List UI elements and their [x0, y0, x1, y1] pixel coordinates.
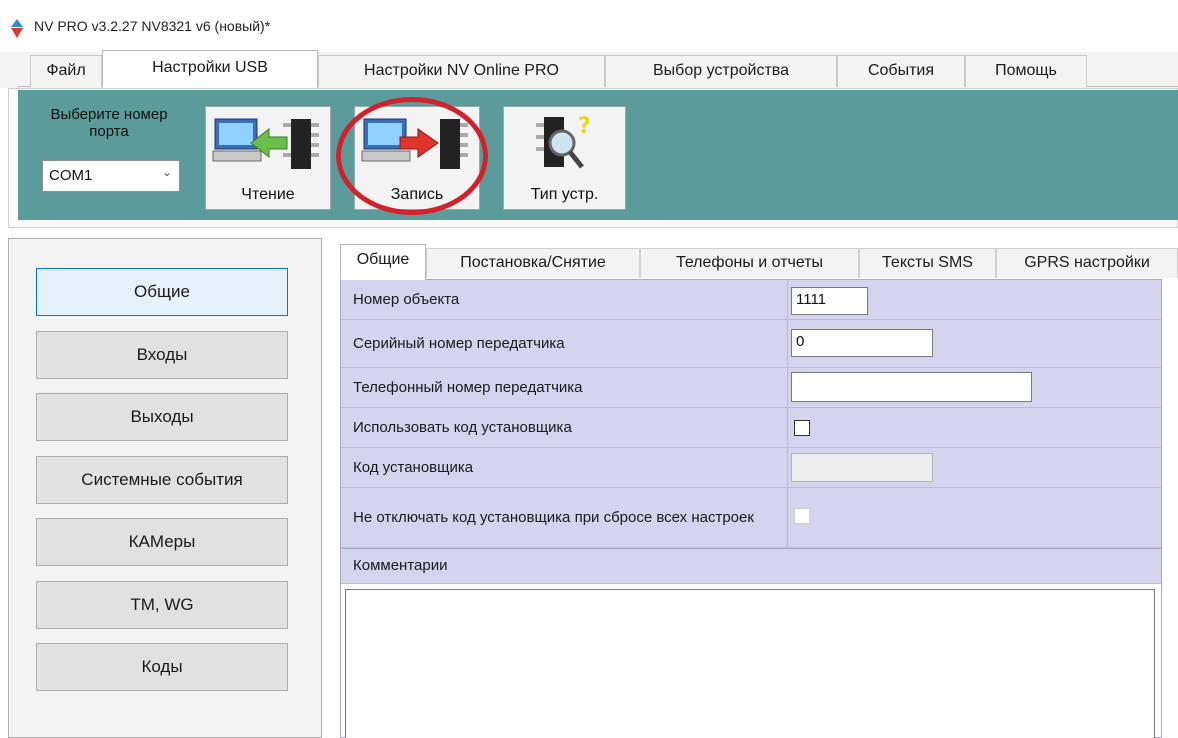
menu-tab-events[interactable]: События: [837, 55, 965, 87]
menu-tab-usb-settings[interactable]: Настройки USB: [102, 50, 318, 88]
window-title: NV PRO v3.2.27 NV8321 v6 (новый)*: [34, 18, 271, 34]
object-number-label: Номер объекта: [341, 280, 787, 320]
keep-installer-code-label: Не отключать код установщика при сбросе …: [341, 488, 787, 548]
nav-tm-wg[interactable]: TM, WG: [36, 581, 288, 629]
transmitter-phone-label: Телефонный номер передатчика: [341, 368, 787, 408]
use-installer-code-checkbox[interactable]: [794, 420, 810, 436]
menu-tab-file[interactable]: Файл: [30, 55, 102, 87]
svg-text:?: ?: [578, 114, 591, 139]
nav-outputs[interactable]: Выходы: [36, 393, 288, 441]
tab-sms-texts[interactable]: Тексты SMS: [859, 248, 996, 278]
port-label: Выберите номер порта: [50, 106, 168, 140]
menu-tab-help[interactable]: Помощь: [965, 55, 1087, 87]
tab-general[interactable]: Общие: [340, 244, 426, 280]
chevron-down-icon[interactable]: ⌄: [162, 165, 172, 179]
app-logo-icon: [10, 19, 24, 39]
tab-gprs-settings[interactable]: GPRS настройки: [996, 248, 1178, 278]
menu-tab-device-select[interactable]: Выбор устройства: [605, 55, 837, 87]
use-installer-code-label: Использовать код установщика: [341, 408, 787, 448]
read-button[interactable]: Чтение: [205, 106, 331, 210]
transmitter-serial-input[interactable]: 0: [791, 329, 933, 357]
nav-general[interactable]: Общие: [36, 268, 288, 316]
comments-label: Комментарии: [341, 548, 1161, 584]
object-number-input[interactable]: 1111: [791, 287, 868, 315]
nav-codes[interactable]: Коды: [36, 643, 288, 691]
device-type-button-label: Тип устр.: [530, 186, 599, 203]
menu-tab-nv-online-settings[interactable]: Настройки NV Online PRO: [318, 55, 605, 87]
transmitter-serial-label: Серийный номер передатчика: [341, 320, 787, 368]
installer-code-label: Код установщика: [341, 448, 787, 488]
tab-phones-reports[interactable]: Телефоны и отчеты: [640, 248, 859, 278]
nav-inputs[interactable]: Входы: [36, 331, 288, 379]
read-from-device-icon: [211, 111, 327, 181]
keep-installer-code-checkbox: [794, 508, 810, 524]
read-button-label: Чтение: [241, 186, 295, 203]
device-type-button[interactable]: ? Тип устр.: [503, 106, 626, 210]
keep-installer-code-cell: [787, 488, 1161, 548]
use-installer-code-cell: [787, 408, 1161, 448]
nav-cameras[interactable]: КАМеры: [36, 518, 288, 566]
highlight-circle: [336, 97, 488, 215]
installer-code-input: [791, 453, 933, 482]
transmitter-phone-input[interactable]: [791, 372, 1032, 402]
nav-system-events[interactable]: Системные события: [36, 456, 288, 504]
tab-arming-disarming[interactable]: Постановка/Снятие: [426, 248, 640, 278]
device-type-question-icon: ?: [532, 111, 602, 181]
comments-textarea[interactable]: [345, 589, 1155, 738]
port-select[interactable]: COM1: [42, 160, 180, 192]
